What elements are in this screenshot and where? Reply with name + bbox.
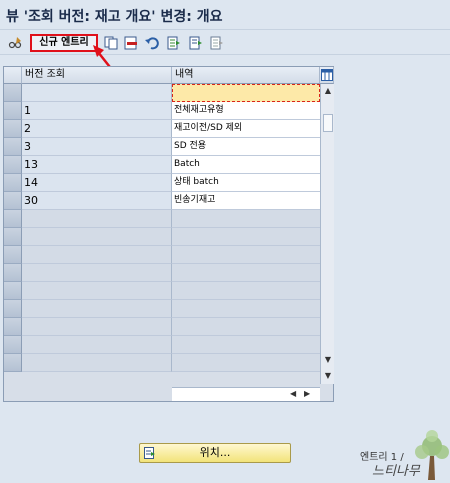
column-header-description[interactable]: 내역 bbox=[172, 67, 320, 84]
table-row[interactable] bbox=[4, 282, 320, 300]
vertical-scrollbar[interactable]: ▲ ▼ ▼ bbox=[320, 84, 334, 384]
row-selector[interactable] bbox=[4, 120, 22, 138]
row-selector[interactable] bbox=[4, 282, 22, 300]
row-selector[interactable] bbox=[4, 300, 22, 318]
description-cell[interactable]: 재고이전/SD 제외 bbox=[172, 120, 320, 138]
row-selector[interactable] bbox=[4, 84, 22, 102]
page-title: 뷰 '조회 버전: 재고 개요' 변경: 개요 bbox=[6, 9, 223, 25]
scroll-down-icon[interactable]: ▼ bbox=[322, 354, 334, 366]
table-row[interactable] bbox=[4, 210, 320, 228]
row-selector[interactable] bbox=[4, 336, 22, 354]
version-cell[interactable]: 2 bbox=[22, 120, 172, 138]
row-selector[interactable] bbox=[4, 264, 22, 282]
table-row[interactable]: 30 빈송기재고 bbox=[4, 192, 320, 210]
version-cell[interactable]: 3 bbox=[22, 138, 172, 156]
description-cell[interactable]: 빈송기재고 bbox=[172, 192, 320, 210]
description-cell[interactable] bbox=[172, 336, 320, 354]
version-cell[interactable]: 30 bbox=[22, 192, 172, 210]
table-row[interactable]: 1 전체재고유형 bbox=[4, 102, 320, 120]
row-selector[interactable] bbox=[4, 246, 22, 264]
scroll-right-icon[interactable]: ▶ bbox=[304, 389, 310, 398]
position-icon bbox=[144, 447, 155, 459]
description-cell[interactable]: SD 전용 bbox=[172, 138, 320, 156]
column-header-version[interactable]: 버전 조회 bbox=[22, 67, 172, 84]
table-row[interactable] bbox=[4, 246, 320, 264]
table-row[interactable] bbox=[4, 264, 320, 282]
scroll-bottom-icon[interactable]: ▼ bbox=[322, 370, 334, 382]
watermark-brand: 느티나무 bbox=[372, 464, 420, 479]
scroll-left-icon[interactable]: ◀ bbox=[290, 389, 296, 398]
description-cell[interactable]: 상태 batch bbox=[172, 174, 320, 192]
table-row[interactable]: 3 SD 전용 bbox=[4, 138, 320, 156]
description-cell[interactable] bbox=[172, 300, 320, 318]
row-selector[interactable] bbox=[4, 174, 22, 192]
table-row[interactable] bbox=[4, 300, 320, 318]
position-button[interactable]: 위치... bbox=[139, 443, 291, 463]
description-cell[interactable]: 전체재고유형 bbox=[172, 102, 320, 120]
new-entries-label: 신규 엔트리 bbox=[39, 37, 89, 48]
row-selector[interactable] bbox=[4, 228, 22, 246]
undo-icon[interactable] bbox=[145, 36, 159, 50]
select-all-icon[interactable] bbox=[167, 36, 181, 50]
delete-icon[interactable] bbox=[124, 36, 138, 50]
description-cell[interactable] bbox=[172, 210, 320, 228]
deselect-all-icon[interactable] bbox=[210, 36, 224, 50]
version-cell[interactable]: 13 bbox=[22, 156, 172, 174]
description-cell[interactable] bbox=[172, 246, 320, 264]
version-cell[interactable] bbox=[22, 318, 172, 336]
table-control: 버전 조회 내역 1 전체재고유형 2 재고이전/SD 제외 3 SD 전용 13 Batch… bbox=[3, 66, 334, 402]
version-cell[interactable]: 14 bbox=[22, 174, 172, 192]
row-selector[interactable] bbox=[4, 210, 22, 228]
table-row[interactable] bbox=[4, 84, 320, 102]
glasses-edit-icon[interactable] bbox=[8, 36, 22, 50]
row-selector[interactable] bbox=[4, 102, 22, 120]
version-cell[interactable] bbox=[22, 282, 172, 300]
row-selector[interactable] bbox=[4, 156, 22, 174]
description-cell[interactable] bbox=[172, 228, 320, 246]
table-row[interactable] bbox=[4, 318, 320, 336]
description-cell[interactable] bbox=[172, 84, 320, 102]
scroll-thumb[interactable] bbox=[323, 114, 333, 132]
row-selector[interactable] bbox=[4, 138, 22, 156]
table-row[interactable]: 14 상태 batch bbox=[4, 174, 320, 192]
select-block-icon[interactable] bbox=[189, 36, 203, 50]
horizontal-scrollbar[interactable]: ◀ ▶ bbox=[172, 387, 320, 401]
description-cell[interactable] bbox=[172, 264, 320, 282]
table-settings-button[interactable] bbox=[320, 67, 334, 84]
table-row[interactable] bbox=[4, 336, 320, 354]
table-row[interactable] bbox=[4, 228, 320, 246]
table-settings-icon bbox=[321, 69, 333, 81]
table-row[interactable]: 13 Batch bbox=[4, 156, 320, 174]
row-selector[interactable] bbox=[4, 354, 22, 372]
version-cell[interactable]: 1 bbox=[22, 102, 172, 120]
description-cell[interactable]: Batch bbox=[172, 156, 320, 174]
table-row[interactable] bbox=[4, 354, 320, 372]
version-cell[interactable] bbox=[22, 264, 172, 282]
version-cell[interactable] bbox=[22, 228, 172, 246]
new-entries-button[interactable]: 신규 엔트리 bbox=[30, 34, 98, 52]
row-selector[interactable] bbox=[4, 192, 22, 210]
position-button-label: 위치... bbox=[199, 446, 231, 459]
version-cell[interactable] bbox=[22, 354, 172, 372]
version-cell[interactable] bbox=[22, 300, 172, 318]
table-row[interactable]: 2 재고이전/SD 제외 bbox=[4, 120, 320, 138]
application-toolbar: 신규 엔트리 bbox=[0, 31, 450, 55]
title-bar: 뷰 '조회 버전: 재고 개요' 변경: 개요 bbox=[0, 0, 450, 30]
scroll-up-icon[interactable]: ▲ bbox=[322, 85, 334, 97]
version-cell[interactable] bbox=[22, 84, 172, 102]
version-cell[interactable] bbox=[22, 336, 172, 354]
watermark: 엔트리 1 / 느티나무 bbox=[350, 430, 450, 483]
row-selector[interactable] bbox=[4, 318, 22, 336]
description-cell[interactable] bbox=[172, 282, 320, 300]
version-cell[interactable] bbox=[22, 246, 172, 264]
description-cell[interactable] bbox=[172, 318, 320, 336]
row-selector-header[interactable] bbox=[4, 67, 22, 84]
version-cell[interactable] bbox=[22, 210, 172, 228]
description-cell[interactable] bbox=[172, 354, 320, 372]
